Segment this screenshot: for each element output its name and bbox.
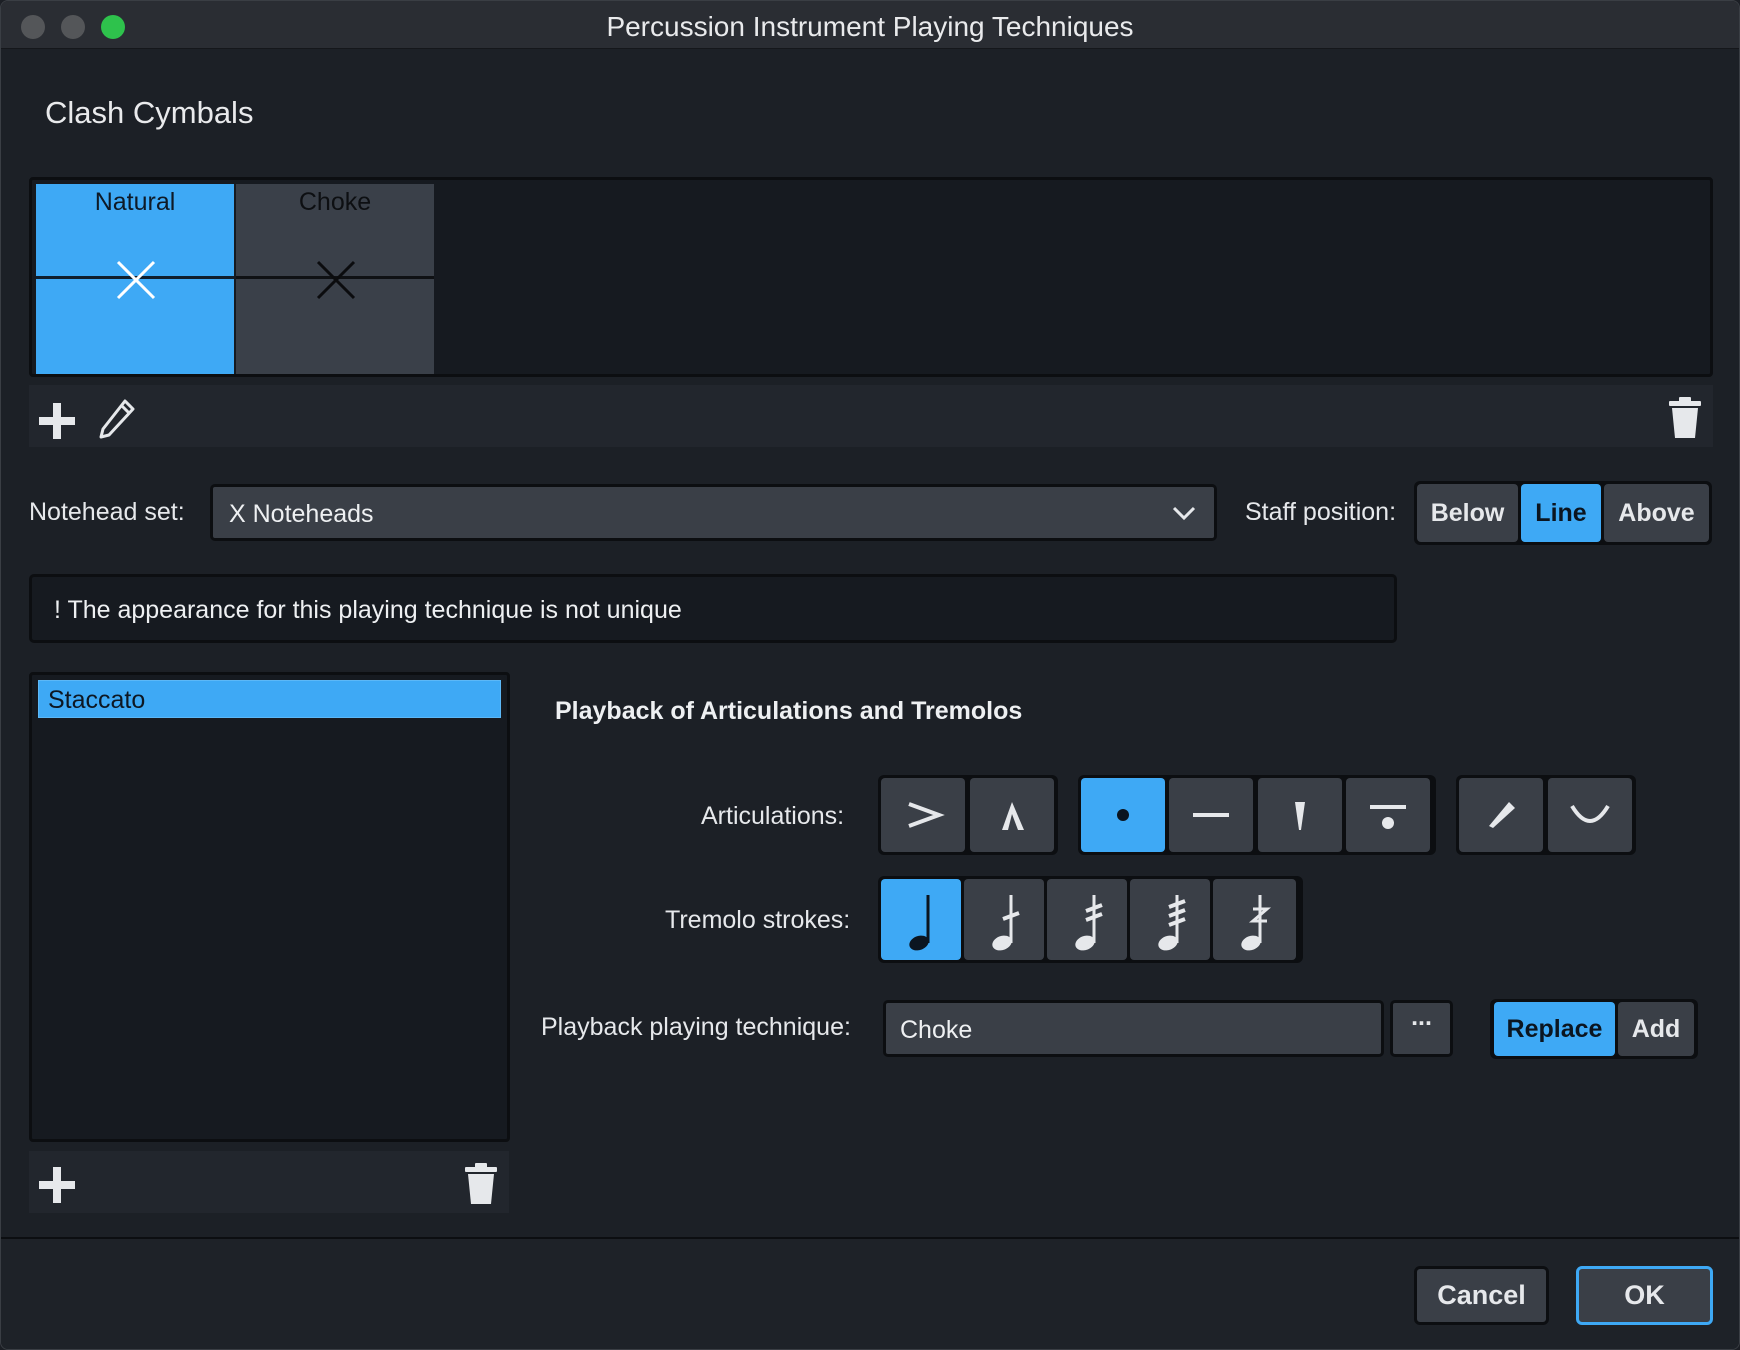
- articulations-label: Articulations:: [701, 802, 845, 830]
- replace-mode-button[interactable]: Replace: [1494, 1002, 1615, 1056]
- quarter-note-icon: [909, 895, 930, 951]
- tremolo-strokes-control: [878, 876, 1303, 963]
- technique-tile-natural[interactable]: Natural: [36, 184, 234, 374]
- tremolo-3-strokes-button[interactable]: [1130, 879, 1210, 960]
- buzz-roll-icon: [1241, 895, 1272, 951]
- playback-technique-value: Choke: [900, 1016, 973, 1044]
- staccato-tenuto-button[interactable]: [1346, 778, 1430, 852]
- playback-technique-label: Playback playing technique:: [541, 1013, 851, 1041]
- stress-button[interactable]: [1459, 778, 1543, 852]
- staff-position-below-button[interactable]: Below: [1417, 484, 1518, 542]
- staccato-button[interactable]: [1081, 778, 1165, 852]
- instrument-name: Clash Cymbals: [45, 95, 254, 130]
- unstress-icon: [1570, 804, 1610, 823]
- tremolo-1-stroke-button[interactable]: [964, 879, 1044, 960]
- technique-tile-choke[interactable]: Choke: [236, 184, 434, 374]
- list-item-staccato[interactable]: Staccato: [38, 680, 501, 718]
- title-bar: Percussion Instrument Playing Techniques: [1, 1, 1739, 49]
- staff-position-line-button[interactable]: Line: [1521, 484, 1601, 542]
- articulation-group-accents: [878, 775, 1058, 855]
- articulation-list-toolbar: [29, 1151, 509, 1213]
- technique-toolbar: [29, 385, 1713, 447]
- tremolo-buzz-roll-button[interactable]: [1213, 879, 1296, 960]
- plus-icon[interactable]: [37, 401, 77, 441]
- choose-technique-button[interactable]: ...: [1390, 1000, 1453, 1057]
- x-notehead-icon: [316, 260, 356, 300]
- tenuto-button[interactable]: [1169, 778, 1253, 852]
- technique-tiles-panel: Natural Choke: [29, 177, 1713, 377]
- technique-tile-label: Choke: [298, 188, 372, 216]
- playback-mode-control: Replace Add: [1490, 999, 1698, 1059]
- staccatissimo-button[interactable]: [1258, 778, 1342, 852]
- notehead-set-label: Notehead set:: [29, 498, 185, 526]
- dialog-window: Percussion Instrument Playing Techniques…: [0, 0, 1740, 1350]
- staff-position-above-button[interactable]: Above: [1604, 484, 1709, 542]
- notehead-set-dropdown[interactable]: X Noteheads: [210, 484, 1217, 541]
- trash-icon[interactable]: [1667, 397, 1703, 439]
- playback-technique-field[interactable]: Choke: [883, 1000, 1384, 1057]
- window-title: Percussion Instrument Playing Techniques: [606, 11, 1134, 42]
- pencil-icon[interactable]: [97, 397, 137, 441]
- accent-button[interactable]: [881, 778, 965, 852]
- warning-text: ! The appearance for this playing techni…: [54, 596, 682, 624]
- marcato-button[interactable]: [970, 778, 1054, 852]
- warning-message: ! The appearance for this playing techni…: [29, 574, 1397, 643]
- stress-icon: [1489, 802, 1515, 828]
- articulation-group-durations: [1078, 775, 1436, 855]
- accent-icon: [908, 802, 945, 828]
- marcato-icon: [1002, 802, 1024, 830]
- tremolo-strokes-label: Tremolo strokes:: [665, 906, 851, 934]
- staff-position-label: Staff position:: [1245, 498, 1397, 526]
- staff-position-control: Below Line Above: [1414, 481, 1712, 545]
- plus-icon[interactable]: [37, 1165, 77, 1205]
- add-mode-button[interactable]: Add: [1618, 1002, 1694, 1056]
- tremolo-no-stroke-button[interactable]: [881, 879, 961, 960]
- tremolo-2-strokes-button[interactable]: [1047, 879, 1127, 960]
- technique-tile-label: Natural: [94, 188, 176, 216]
- notehead-set-value: X Noteheads: [229, 500, 374, 528]
- staccato-tenuto-icon: [1370, 805, 1406, 829]
- cancel-button[interactable]: Cancel: [1414, 1266, 1549, 1325]
- ok-button[interactable]: OK: [1576, 1266, 1713, 1325]
- articulation-group-stress: [1456, 775, 1636, 855]
- staccato-icon: [1117, 809, 1129, 821]
- x-notehead-icon: [116, 260, 156, 300]
- chevron-down-icon: [1172, 506, 1196, 521]
- tremolo-1-stroke-icon: [992, 895, 1020, 951]
- unstress-button[interactable]: [1548, 778, 1632, 852]
- trash-icon[interactable]: [463, 1163, 499, 1205]
- playback-section-title: Playback of Articulations and Tremolos: [555, 697, 1023, 725]
- tremolo-2-strokes-icon: [1075, 895, 1103, 951]
- articulation-list: Staccato: [29, 672, 510, 1142]
- tremolo-3-strokes-icon: [1158, 895, 1186, 951]
- staccatissimo-icon: [1295, 802, 1305, 830]
- tenuto-icon: [1193, 813, 1229, 817]
- list-item-label: Staccato: [48, 686, 146, 714]
